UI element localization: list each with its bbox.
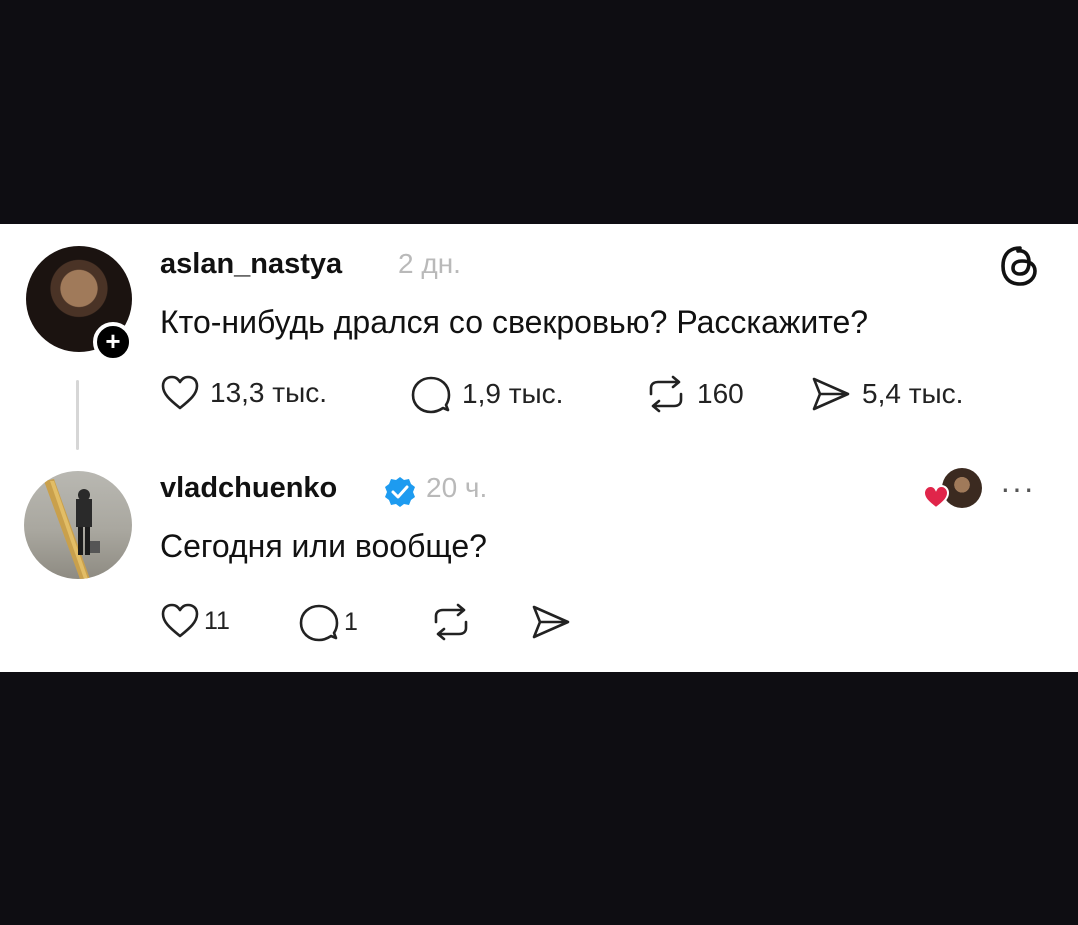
repost-button[interactable]: [430, 602, 472, 642]
share-count: 5,4 тыс.: [862, 378, 964, 409]
reply-button[interactable]: 1,9 тыс.: [410, 374, 563, 414]
avatar-vladchuenko[interactable]: [24, 471, 132, 579]
like-button[interactable]: 11: [160, 602, 230, 640]
heart-icon: [922, 484, 950, 510]
like-count: 11: [204, 606, 230, 635]
reply-count: 1: [344, 607, 358, 636]
post-username[interactable]: aslan_nastya: [160, 248, 342, 281]
repost-button[interactable]: 160: [645, 374, 744, 414]
post-username[interactable]: vladchuenko: [160, 472, 337, 505]
post-text: Кто-нибудь дрался со свекровью? Расскажи…: [160, 304, 869, 340]
repost-icon: [649, 375, 683, 413]
like-button[interactable]: 13,3 тыс.: [160, 374, 327, 412]
heart-icon: [161, 375, 199, 410]
thread-card: + aslan_nastya 2 дн. Кто-нибудь дрался с…: [0, 224, 1078, 672]
verified-badge-icon: [385, 477, 415, 507]
repost-count: 160: [697, 378, 744, 409]
thread-connector-line: [76, 380, 79, 450]
repost-icon: [434, 603, 468, 641]
post-text: Сегодня или вообще?: [160, 528, 487, 564]
share-button[interactable]: 5,4 тыс.: [810, 374, 963, 414]
reply-button[interactable]: 1: [298, 602, 358, 642]
follow-plus-button[interactable]: +: [93, 322, 133, 362]
post-timestamp: 2 дн.: [398, 248, 461, 279]
share-button[interactable]: [530, 602, 572, 642]
avatar-photo: [44, 479, 100, 579]
comment-icon: [299, 604, 339, 642]
like-count: 13,3 тыс.: [210, 377, 328, 408]
share-icon: [812, 377, 850, 411]
comment-icon: [411, 376, 451, 414]
post-timestamp: 20 ч.: [426, 472, 488, 503]
threads-logo-icon[interactable]: [998, 244, 1042, 288]
heart-icon: [161, 603, 199, 638]
more-icon[interactable]: ···: [1000, 472, 1035, 504]
reply-count: 1,9 тыс.: [462, 378, 564, 409]
share-icon: [532, 605, 570, 639]
